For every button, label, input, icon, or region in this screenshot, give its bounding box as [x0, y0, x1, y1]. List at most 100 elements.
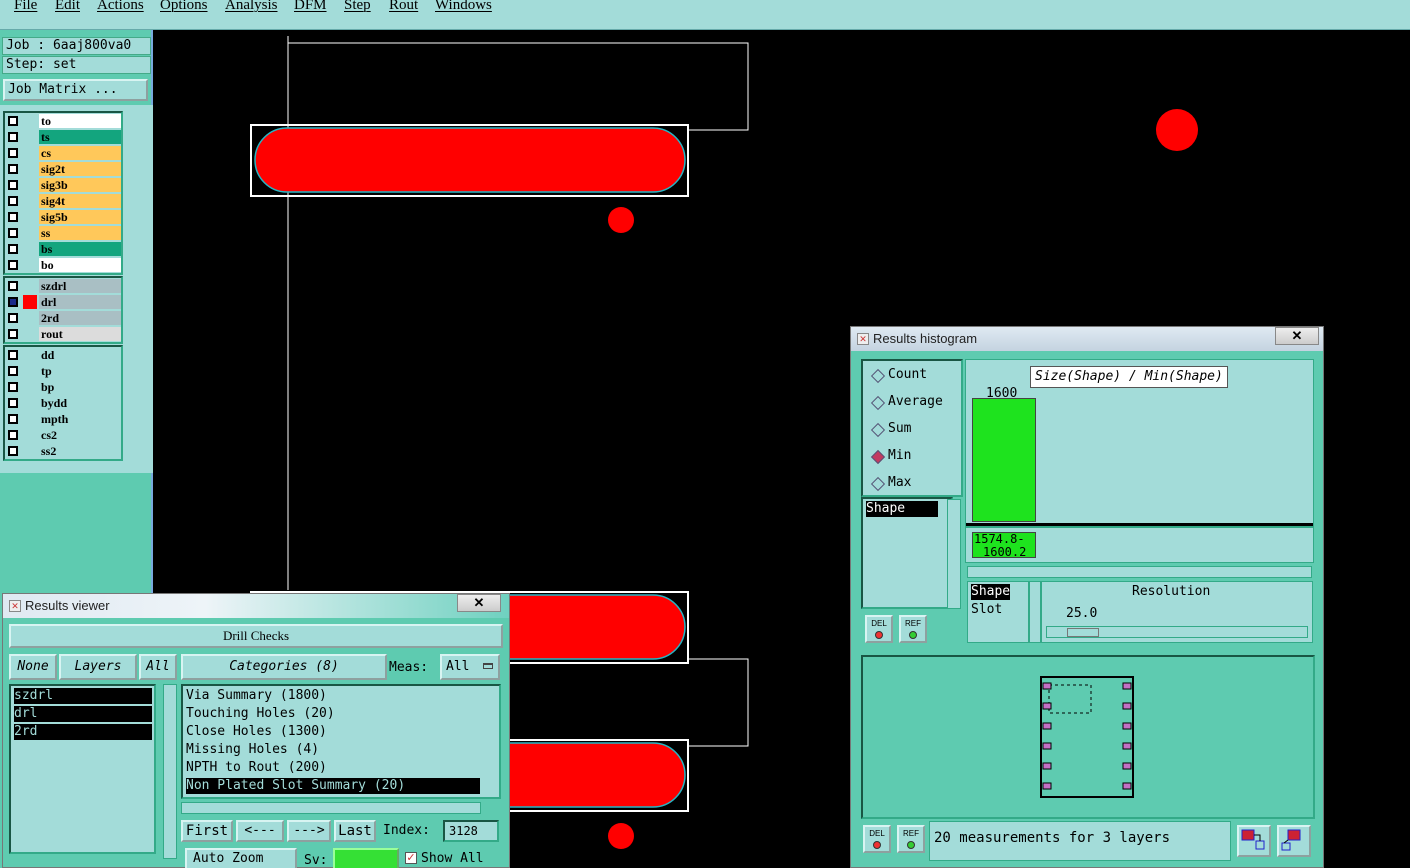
- all-button[interactable]: All: [139, 654, 177, 680]
- next-button[interactable]: --->: [287, 820, 331, 842]
- layer-row[interactable]: ss: [5, 225, 121, 241]
- layer-color-swatch[interactable]: [23, 380, 37, 394]
- mode-radio[interactable]: [870, 476, 886, 492]
- layer-list-item[interactable]: 2rd: [14, 724, 152, 740]
- layer-color-swatch[interactable]: [23, 146, 37, 160]
- category-item[interactable]: Non Plated Slot Summary (20): [186, 778, 480, 794]
- close-icon[interactable]: ✕: [457, 594, 501, 612]
- layer-color-swatch[interactable]: [23, 348, 37, 362]
- close-icon[interactable]: ✕: [1275, 327, 1319, 345]
- mode-radio[interactable]: [870, 368, 886, 384]
- layers-list[interactable]: szdrl drl 2rd: [9, 684, 156, 854]
- show-all-checkbox[interactable]: ✓: [405, 852, 417, 864]
- shape-item[interactable]: Slot: [971, 602, 1002, 618]
- layer-color-swatch[interactable]: [23, 194, 37, 208]
- mode-radio[interactable]: [870, 422, 886, 438]
- layer-checkbox[interactable]: [8, 180, 18, 190]
- first-button[interactable]: First: [181, 820, 233, 842]
- layer-checkbox[interactable]: [8, 430, 18, 440]
- layer-checkbox[interactable]: [8, 244, 18, 254]
- mode-radio[interactable]: [870, 449, 886, 465]
- layer-color-swatch[interactable]: [23, 258, 37, 272]
- layer-color-swatch[interactable]: [23, 444, 37, 458]
- categories-list[interactable]: Via Summary (1800) Touching Holes (20) Clo…: [181, 684, 501, 799]
- attribute-item[interactable]: Shape: [866, 501, 938, 517]
- layer-row[interactable]: mpth: [5, 411, 121, 427]
- auto-zoom-dropdown[interactable]: Auto Zoom: [185, 848, 297, 868]
- categories-hscrollbar[interactable]: [181, 802, 481, 814]
- layer-row[interactable]: ts: [5, 129, 121, 145]
- menu-windows[interactable]: Windows: [435, 0, 492, 14]
- layer-color-swatch[interactable]: [23, 396, 37, 410]
- layer-color-swatch[interactable]: [23, 295, 37, 309]
- preview-panel[interactable]: [861, 655, 1315, 819]
- category-item[interactable]: Close Holes (1300): [186, 724, 327, 740]
- job-matrix-button[interactable]: Job Matrix ...: [3, 79, 148, 101]
- category-item[interactable]: NPTH to Rout (200): [186, 760, 327, 776]
- layer-row[interactable]: sig2t: [5, 161, 121, 177]
- layer-checkbox[interactable]: [8, 329, 18, 339]
- layer-color-swatch[interactable]: [23, 162, 37, 176]
- layer-color-swatch[interactable]: [23, 327, 37, 341]
- layer-row[interactable]: sig3b: [5, 177, 121, 193]
- none-button[interactable]: None: [9, 654, 57, 680]
- layer-row[interactable]: szdrl: [5, 278, 121, 294]
- layer-row[interactable]: 2rd: [5, 310, 121, 326]
- layer-checkbox[interactable]: [8, 164, 18, 174]
- menu-file[interactable]: File: [14, 0, 37, 14]
- layer-color-swatch[interactable]: [23, 279, 37, 293]
- layer-row[interactable]: sig5b: [5, 209, 121, 225]
- layer-color-swatch[interactable]: [23, 226, 37, 240]
- ref-button[interactable]: REF: [899, 615, 927, 643]
- layer-checkbox[interactable]: [8, 260, 18, 270]
- layer-checkbox[interactable]: [8, 350, 18, 360]
- layer-row[interactable]: bs: [5, 241, 121, 257]
- shape-list[interactable]: Shape Slot: [967, 581, 1029, 643]
- results-histogram-titlebar[interactable]: ✕ Results histogram: [851, 327, 1323, 351]
- del-button-2[interactable]: DEL: [863, 825, 891, 853]
- layer-row[interactable]: dd: [5, 347, 121, 363]
- layer-checkbox[interactable]: [8, 132, 18, 142]
- zoom-in-icon[interactable]: [1237, 825, 1271, 857]
- layer-color-swatch[interactable]: [23, 242, 37, 256]
- layer-checkbox[interactable]: [8, 281, 18, 291]
- attribute-list[interactable]: Shape: [861, 497, 953, 609]
- layer-color-swatch[interactable]: [23, 428, 37, 442]
- menu-dfm[interactable]: DFM: [294, 0, 327, 14]
- layer-row[interactable]: ss2: [5, 443, 121, 459]
- layer-checkbox[interactable]: [8, 297, 18, 307]
- ref-button-2[interactable]: REF: [897, 825, 925, 853]
- layer-checkbox[interactable]: [8, 228, 18, 238]
- layer-checkbox[interactable]: [8, 382, 18, 392]
- mode-radio[interactable]: [870, 395, 886, 411]
- last-button[interactable]: Last: [334, 820, 376, 842]
- results-viewer-titlebar[interactable]: ✕ Results viewer: [3, 594, 509, 618]
- layer-row[interactable]: sig4t: [5, 193, 121, 209]
- layer-row[interactable]: tp: [5, 363, 121, 379]
- layer-row[interactable]: drl: [5, 294, 121, 310]
- layer-row[interactable]: bydd: [5, 395, 121, 411]
- meas-dropdown[interactable]: All: [440, 654, 500, 680]
- categories-button[interactable]: Categories (8): [181, 654, 387, 680]
- layer-checkbox[interactable]: [8, 212, 18, 222]
- menu-edit[interactable]: Edit: [55, 0, 80, 14]
- layer-color-swatch[interactable]: [23, 210, 37, 224]
- menu-analysis[interactable]: Analysis: [225, 0, 278, 14]
- menu-rout[interactable]: Rout: [389, 0, 418, 14]
- resolution-slider[interactable]: [1046, 626, 1308, 638]
- sv-color-dropdown[interactable]: [333, 848, 399, 868]
- layer-color-swatch[interactable]: [23, 178, 37, 192]
- del-button[interactable]: DEL: [865, 615, 893, 643]
- index-input[interactable]: [443, 820, 499, 842]
- layer-color-swatch[interactable]: [23, 311, 37, 325]
- layer-row[interactable]: bp: [5, 379, 121, 395]
- layer-list-item[interactable]: szdrl: [14, 688, 152, 704]
- category-item[interactable]: Missing Holes (4): [186, 742, 319, 758]
- histogram-hscrollbar[interactable]: [967, 566, 1312, 578]
- layer-row[interactable]: cs2: [5, 427, 121, 443]
- resolution-slider-thumb[interactable]: [1067, 628, 1099, 637]
- zoom-out-icon[interactable]: [1277, 825, 1311, 857]
- layer-color-swatch[interactable]: [23, 114, 37, 128]
- layer-checkbox[interactable]: [8, 446, 18, 456]
- attribute-scrollbar[interactable]: [947, 499, 961, 609]
